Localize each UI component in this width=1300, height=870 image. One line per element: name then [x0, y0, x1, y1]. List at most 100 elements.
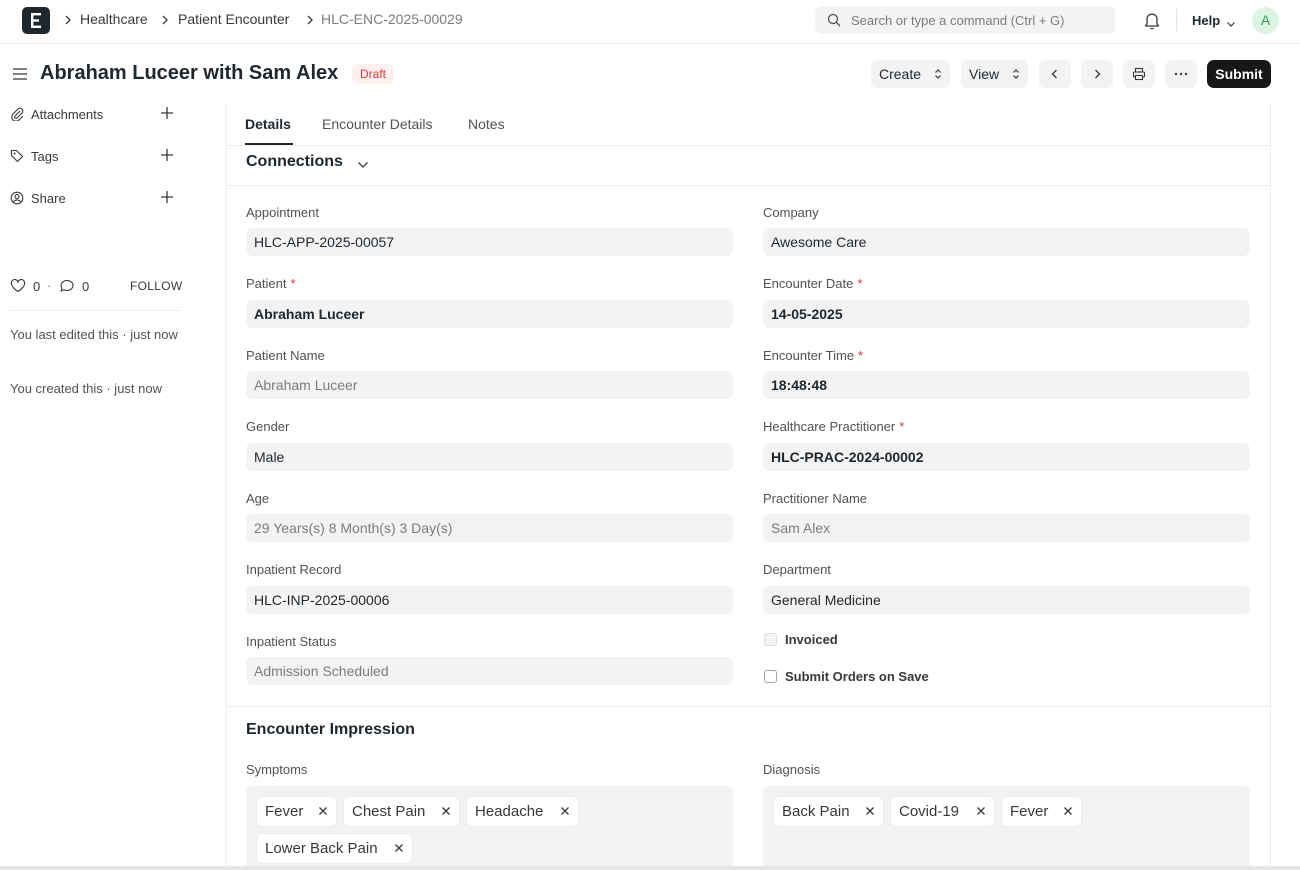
required-asterisk: *: [899, 419, 905, 434]
separator-dot: ·: [47, 278, 52, 293]
heart-icon[interactable]: [10, 279, 26, 293]
symptoms-multiselect[interactable]: Fever Chest Pain Headache Lower Back Pai…: [246, 786, 733, 870]
tab-details[interactable]: Details: [245, 116, 291, 132]
patient-value: Abraham Luceer: [254, 306, 365, 322]
active-tab-indicator: [245, 143, 293, 145]
remove-x-icon[interactable]: [318, 806, 328, 816]
inpatient-record-value: HLC-INP-2025-00006: [254, 592, 390, 608]
sidebar-item-label: Share: [31, 191, 66, 206]
diagnosis-pill: Back Pain: [774, 797, 883, 826]
required-asterisk: *: [858, 348, 864, 363]
diagnosis-pill-label: Covid-19: [899, 803, 960, 820]
page-title: Abraham Luceer with Sam Alex: [40, 62, 339, 84]
create-button[interactable]: Create: [871, 60, 950, 88]
submit-orders-label: Submit Orders on Save: [785, 669, 929, 684]
add-share-plus-icon[interactable]: [160, 190, 174, 207]
printer-icon: [1132, 67, 1146, 81]
section-divider: [227, 185, 1270, 186]
follow-button[interactable]: FOLLOW: [130, 279, 182, 293]
sidebar-divider: [10, 310, 181, 311]
symptom-pill: Fever: [257, 797, 336, 826]
patient-field[interactable]: Abraham Luceer: [246, 300, 733, 328]
submit-orders-checkbox[interactable]: [764, 670, 777, 683]
add-attachment-plus-icon[interactable]: [160, 106, 174, 123]
ellipsis-icon: [1174, 72, 1188, 76]
remove-x-icon[interactable]: [394, 843, 404, 853]
inpatient-status-label: Inpatient Status: [246, 634, 337, 649]
inpatient-record-label: Inpatient Record: [246, 562, 342, 577]
remove-x-icon[interactable]: [560, 806, 570, 816]
diagnosis-pill-label: Fever: [1010, 803, 1049, 820]
symptoms-label: Symptoms: [246, 762, 308, 777]
submit-button[interactable]: Submit: [1207, 60, 1271, 88]
create-button-label: Create: [879, 66, 922, 82]
practitioner-field[interactable]: HLC-PRAC-2024-00002: [763, 443, 1250, 471]
encounter-time-value: 18:48:48: [771, 377, 828, 393]
department-value: General Medicine: [771, 592, 881, 608]
gender-value: Male: [254, 449, 285, 465]
print-button[interactable]: [1123, 60, 1155, 88]
breadcrumb-current: HLC-ENC-2025-00029: [321, 11, 463, 27]
status-badge: Draft: [352, 64, 395, 84]
user-avatar[interactable]: A: [1252, 7, 1279, 34]
sort-updown-icon: [935, 69, 941, 79]
comment-icon[interactable]: [59, 279, 75, 293]
remove-x-icon[interactable]: [441, 806, 451, 816]
diagnosis-pill: Covid-19: [891, 797, 994, 826]
horizontal-scrollbar[interactable]: [0, 866, 1300, 870]
patient-name-field: Abraham Luceer: [246, 371, 733, 399]
practitioner-name-value: Sam Alex: [771, 520, 831, 536]
appointment-value: HLC-APP-2025-00057: [254, 234, 395, 250]
next-record-button[interactable]: [1081, 60, 1113, 88]
add-tag-plus-icon[interactable]: [160, 148, 174, 165]
view-button[interactable]: View: [961, 60, 1028, 88]
remove-x-icon[interactable]: [976, 806, 986, 816]
required-asterisk: *: [857, 276, 863, 291]
diagnosis-pill: Fever: [1002, 797, 1081, 826]
company-field[interactable]: Awesome Care: [763, 228, 1250, 256]
practitioner-value: HLC-PRAC-2024-00002: [771, 449, 924, 465]
sort-updown-icon: [1013, 69, 1019, 79]
comment-count: 0: [82, 279, 90, 294]
appointment-field[interactable]: HLC-APP-2025-00057: [246, 228, 733, 256]
symptom-pill: Chest Pain: [344, 797, 459, 826]
inpatient-record-field[interactable]: HLC-INP-2025-00006: [246, 586, 733, 614]
encounter-time-field[interactable]: 18:48:48: [763, 371, 1250, 399]
breadcrumb-healthcare[interactable]: Healthcare: [80, 11, 148, 27]
chevron-down-icon[interactable]: [1226, 16, 1236, 31]
previous-record-button[interactable]: [1039, 60, 1071, 88]
remove-x-icon[interactable]: [1063, 806, 1073, 816]
practitioner-name-field: Sam Alex: [763, 514, 1250, 542]
diagnosis-multiselect[interactable]: Back Pain Covid-19 Fever: [763, 786, 1250, 870]
view-button-label: View: [969, 66, 1000, 82]
encounter-date-label: Encounter Date *: [763, 276, 862, 291]
encounter-time-label: Encounter Time *: [763, 348, 863, 363]
encounter-date-value: 14-05-2025: [771, 306, 843, 322]
symptom-pill: Headache: [467, 797, 578, 826]
search-bar[interactable]: Search or type a command (Ctrl + G): [815, 6, 1115, 34]
chevron-down-icon[interactable]: [357, 158, 369, 173]
tab-notes[interactable]: Notes: [468, 116, 505, 132]
patient-name-value: Abraham Luceer: [254, 377, 358, 393]
gender-field[interactable]: Male: [246, 443, 733, 471]
app-logo-icon[interactable]: [22, 7, 50, 34]
company-label: Company: [763, 205, 819, 220]
hamburger-menu-icon[interactable]: [12, 66, 28, 85]
chevron-left-icon: [1051, 69, 1057, 79]
more-actions-button[interactable]: [1165, 60, 1197, 88]
appointment-label: Appointment: [246, 205, 319, 220]
sidebar-item-label: Attachments: [31, 107, 104, 122]
encounter-date-field[interactable]: 14-05-2025: [763, 300, 1250, 328]
connections-section-header[interactable]: Connections: [246, 153, 343, 171]
department-field[interactable]: General Medicine: [763, 586, 1250, 614]
search-icon: [827, 13, 841, 27]
bell-icon[interactable]: [1143, 10, 1161, 33]
patient-name-label: Patient Name: [246, 348, 325, 363]
navbar-divider: [1176, 9, 1177, 31]
breadcrumb-patient-encounter[interactable]: Patient Encounter: [178, 11, 289, 27]
age-field: 29 Years(s) 8 Month(s) 3 Day(s): [246, 514, 733, 542]
help-menu[interactable]: Help: [1192, 13, 1220, 28]
remove-x-icon[interactable]: [865, 806, 875, 816]
diagnosis-label: Diagnosis: [763, 762, 821, 777]
tab-encounter-details[interactable]: Encounter Details: [322, 116, 433, 132]
